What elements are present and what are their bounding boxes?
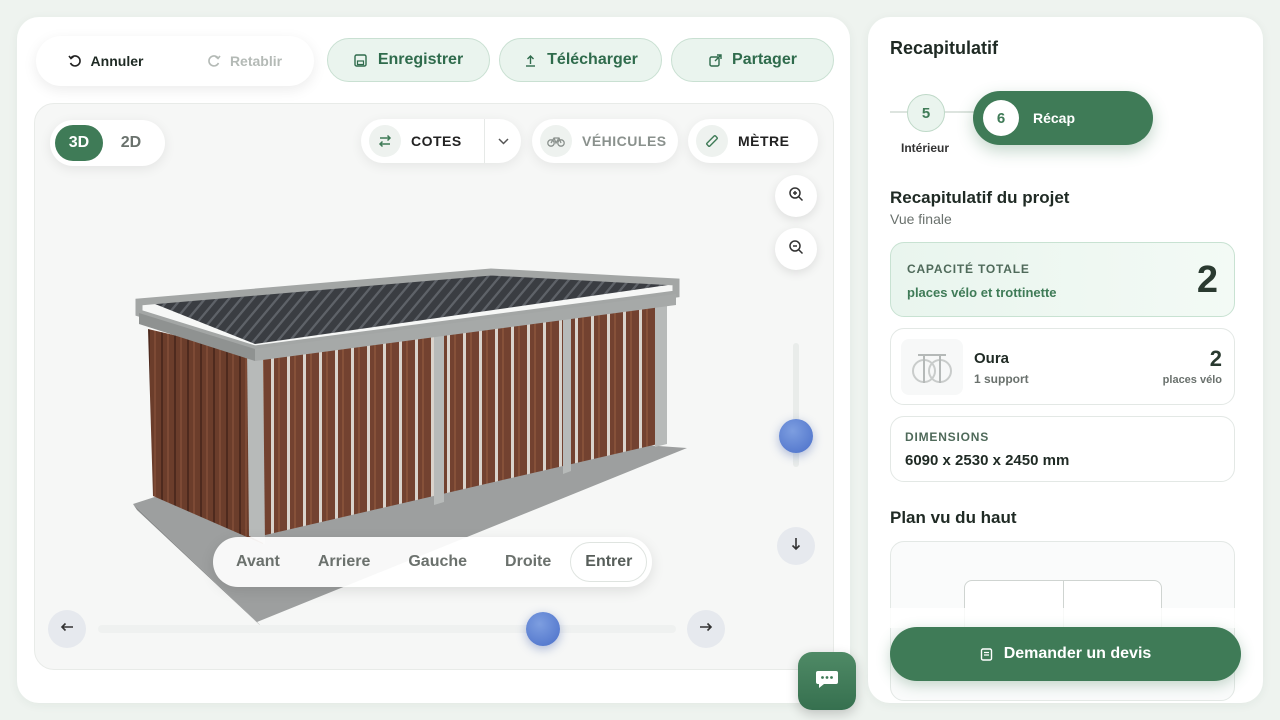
view-avant-button[interactable]: Avant <box>217 542 299 582</box>
dimensions-value: 6090 x 2530 x 2450 mm <box>905 452 1070 469</box>
redo-button[interactable]: Retablir <box>175 36 314 86</box>
download-label: Télécharger <box>547 51 638 68</box>
arrow-down-icon <box>790 537 802 556</box>
panel-fade <box>868 608 1241 628</box>
chat-icon <box>815 669 839 694</box>
metre-label: MÈTRE <box>738 133 790 149</box>
document-icon <box>980 647 994 661</box>
ruler-icon <box>696 125 728 157</box>
save-label: Enregistrer <box>377 51 464 68</box>
product-name: Oura <box>974 350 1010 367</box>
save-icon <box>354 53 368 67</box>
step-6-label: Récap <box>1033 110 1076 126</box>
arrow-down-button[interactable] <box>777 527 815 565</box>
mode-3d-button[interactable]: 3D <box>55 125 103 161</box>
arrow-right-icon <box>699 620 713 638</box>
share-icon <box>708 53 722 67</box>
view-entrer-button[interactable]: Entrer <box>570 542 648 582</box>
zoom-in-button[interactable] <box>775 175 817 217</box>
zoom-out-icon <box>788 239 804 259</box>
product-unit: places vélo <box>1162 374 1222 386</box>
view-mode-toggle: 3D 2D <box>50 120 165 166</box>
step-5-label: Intérieur <box>901 141 950 155</box>
cotes-label: COTES <box>411 133 462 149</box>
request-quote-label: Demander un devis <box>1003 645 1152 662</box>
camera-view-bar: Avant Arriere Gauche Droite Entrer <box>213 537 652 587</box>
mode-2d-button[interactable]: 2D <box>107 125 155 161</box>
history-controls: Annuler Retablir <box>36 36 314 86</box>
download-button[interactable]: Télécharger <box>499 38 662 82</box>
view-gauche-button[interactable]: Gauche <box>389 542 486 582</box>
undo-label: Annuler <box>90 53 144 69</box>
arrow-left-icon <box>60 620 74 638</box>
arrow-left-button[interactable] <box>48 610 86 648</box>
zoom-out-button[interactable] <box>775 228 817 270</box>
product-detail: 1 support <box>974 372 1029 386</box>
request-quote-button[interactable]: Demander un devis <box>890 627 1241 681</box>
view-droite-button[interactable]: Droite <box>486 542 570 582</box>
project-subtitle: Vue finale <box>890 211 952 227</box>
rotation-slider-handle[interactable] <box>526 612 561 646</box>
undo-icon <box>67 54 82 68</box>
save-button[interactable]: Enregistrer <box>327 38 490 82</box>
vehicules-label: VÉHICULES <box>582 133 667 149</box>
redo-label: Retablir <box>229 53 283 69</box>
capacity-value: 2 <box>1196 259 1218 301</box>
share-button[interactable]: Partager <box>671 38 834 82</box>
share-label: Partager <box>732 51 797 68</box>
bike-icon <box>540 125 572 157</box>
step-6-active[interactable]: 6 Récap <box>973 91 1153 145</box>
download-icon <box>523 53 537 67</box>
undo-button[interactable]: Annuler <box>36 36 175 86</box>
step-6-number: 6 <box>983 100 1019 136</box>
product-card[interactable]: Oura 1 support 2 places vélo <box>890 328 1235 405</box>
project-title: Recapitulatif du projet <box>890 188 1070 207</box>
zoom-in-icon <box>788 186 804 206</box>
chat-button[interactable] <box>798 652 856 710</box>
product-value: 2 <box>1209 346 1222 371</box>
product-thumbnail <box>901 339 963 395</box>
chevron-down-icon[interactable] <box>484 119 521 163</box>
summary-title: Recapitulatif <box>890 38 999 58</box>
cotes-dropdown[interactable]: COTES <box>361 119 521 163</box>
capacity-label: CAPACITÉ TOTALE <box>907 262 1030 276</box>
capacity-card: CAPACITÉ TOTALE places vélo et trottinet… <box>890 242 1235 317</box>
arrow-right-button[interactable] <box>687 610 725 648</box>
redo-icon <box>207 54 221 68</box>
view-arriere-button[interactable]: Arriere <box>299 542 389 582</box>
plan-title: Plan vu du haut <box>890 508 1017 527</box>
metre-toggle[interactable]: MÈTRE <box>688 119 818 163</box>
vehicules-toggle[interactable]: VÉHICULES <box>532 119 678 163</box>
zoom-slider-handle[interactable] <box>779 419 813 453</box>
rotation-slider-track[interactable] <box>98 625 676 633</box>
step-5-indicator[interactable]: 5 <box>907 94 945 132</box>
dimensions-label: DIMENSIONS <box>905 430 990 444</box>
cotes-icon <box>369 125 401 157</box>
capacity-sub: places vélo et trottinette <box>907 285 1057 300</box>
dimensions-card: DIMENSIONS 6090 x 2530 x 2450 mm <box>890 416 1235 482</box>
